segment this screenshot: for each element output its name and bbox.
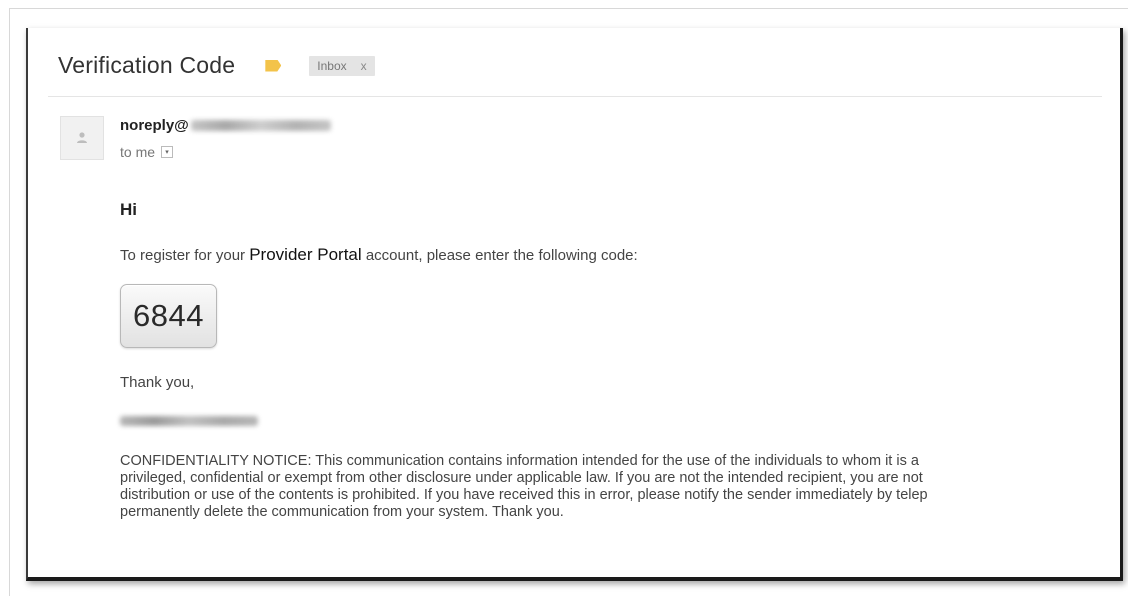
intro-emphasis: Provider Portal: [249, 245, 362, 264]
person-silhouette-icon: [77, 132, 87, 143]
label-tag-icon[interactable]: [265, 59, 282, 72]
email-view: Verification Code Inbox x noreply@ to me…: [26, 28, 1123, 581]
recipient-line: to me ▾: [120, 144, 174, 160]
redacted-signature: [120, 416, 258, 426]
notice-line: CONFIDENTIALITY NOTICE: This communicati…: [120, 453, 919, 469]
email-subject: Verification Code: [58, 52, 236, 78]
email-intro: To register for your Provider Portal acc…: [120, 245, 638, 265]
window-left-border: [9, 8, 10, 596]
intro-after: account, please enter the following code…: [361, 247, 638, 264]
remove-label-button[interactable]: x: [361, 59, 367, 73]
sender-avatar[interactable]: [60, 116, 104, 160]
header-divider: [48, 96, 1102, 97]
chevron-down-icon[interactable]: ▾: [161, 146, 174, 158]
inbox-label-text: Inbox: [317, 58, 347, 73]
subject-row: Verification Code Inbox x: [58, 52, 375, 79]
confidentiality-notice: CONFIDENTIALITY NOTICE: This communicati…: [120, 453, 1120, 521]
intro-before: To register for your: [120, 247, 250, 264]
notice-line: privileged, confidential or exempt from …: [120, 470, 923, 486]
email-closing: Thank you,: [120, 374, 195, 391]
inbox-label-chip[interactable]: Inbox x: [309, 55, 375, 76]
sender-address[interactable]: noreply@: [120, 117, 331, 134]
window-top-border: [10, 8, 1128, 9]
email-greeting: Hi: [120, 200, 137, 219]
notice-line: permanently delete the communication fro…: [120, 504, 564, 520]
notice-line: distribution or use of the contents is p…: [120, 487, 928, 503]
recipient-text: to me: [120, 144, 156, 160]
redacted-sender-domain: [190, 120, 331, 131]
verification-code: 6844: [120, 284, 217, 348]
sender-prefix: noreply@: [120, 117, 189, 134]
